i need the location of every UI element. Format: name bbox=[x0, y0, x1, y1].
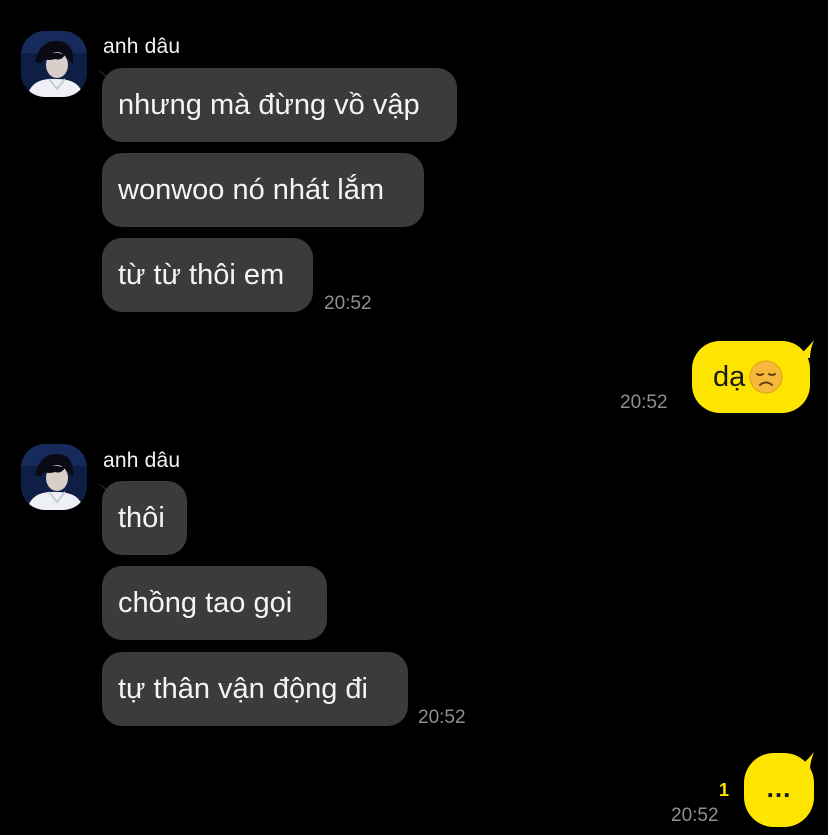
message-text: tự thân vận động đi bbox=[118, 672, 368, 705]
message-bubble-incoming[interactable]: chồng tao gọi bbox=[102, 566, 327, 640]
message-text: từ từ thôi em bbox=[118, 258, 285, 291]
avatar[interactable] bbox=[21, 444, 87, 510]
message-bubble-incoming[interactable]: wonwoo nó nhát lắm bbox=[102, 153, 424, 227]
message-bubble-incoming[interactable]: tự thân vận động đi bbox=[102, 652, 408, 726]
message-text: chồng tao gọi bbox=[118, 586, 293, 619]
message-bubble-incoming[interactable]: từ từ thôi em bbox=[102, 238, 313, 312]
message-text: ... bbox=[766, 772, 792, 803]
message-bubble-incoming[interactable]: nhưng mà đừng vồ vập bbox=[102, 68, 457, 142]
message-bubble-incoming[interactable]: thôi bbox=[102, 481, 187, 555]
message-bubble-outgoing[interactable]: ... bbox=[744, 753, 814, 827]
message-timestamp: 20:52 bbox=[324, 293, 372, 314]
message-text: nhưng mà đừng vồ vập bbox=[118, 88, 420, 121]
message-text: dạ bbox=[713, 360, 746, 393]
message-text: thôi bbox=[118, 501, 165, 534]
message-timestamp: 20:52 bbox=[671, 805, 719, 826]
sender-name: anh dâu bbox=[103, 449, 181, 472]
sender-name: anh dâu bbox=[103, 35, 181, 58]
avatar[interactable] bbox=[21, 31, 87, 97]
message-timestamp: 20:52 bbox=[418, 707, 466, 728]
disappointed-face-icon bbox=[749, 360, 783, 394]
message-timestamp: 20:52 bbox=[620, 392, 668, 413]
message-text: wonwoo nó nhát lắm bbox=[118, 173, 384, 206]
unread-count: 1 bbox=[719, 780, 730, 800]
message-bubble-outgoing[interactable]: dạ bbox=[692, 341, 810, 413]
